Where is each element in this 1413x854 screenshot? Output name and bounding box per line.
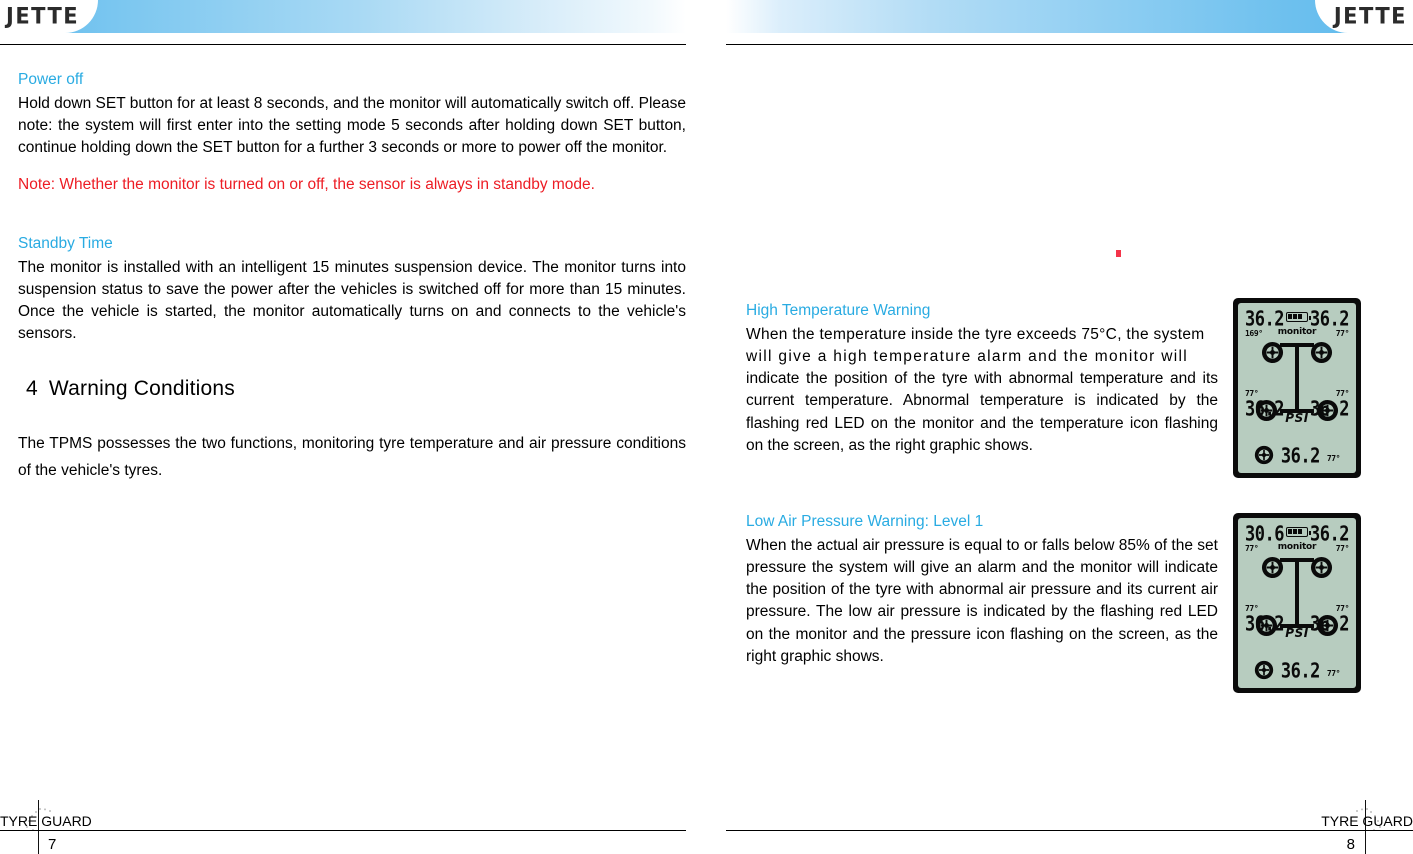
wheel-icon-front-right-1: [1310, 341, 1333, 364]
footer-divider-rule-right: [726, 830, 1413, 831]
lcd-unit-label-1: PSI: [1285, 411, 1309, 425]
brand-logo-right: JETTE: [1315, 0, 1413, 33]
lcd-screen-low-pressure: monitor 30.6 77° 36.2 77° 77° 36.2 77° 3…: [1238, 518, 1356, 688]
lcd-front-left-readout-1: 36.2 169°: [1245, 307, 1284, 338]
section-standby-time: Standby Time The monitor is installed wi…: [18, 234, 686, 346]
lcd-spare-pressure-2: 36.2: [1280, 659, 1320, 683]
header-divider-rule-right: [726, 44, 1413, 45]
lcd-display-low-pressure: monitor 30.6 77° 36.2 77° 77° 36.2 77° 3…: [1233, 513, 1361, 693]
section-low-air-pressure-warning: Low Air Pressure Warning: Level 1 When t…: [746, 512, 1218, 668]
high-temperature-line3: indicate the position of the tyre with a…: [746, 370, 1218, 454]
warning-conditions-number: 4: [26, 377, 38, 400]
low-air-pressure-body: When the actual air pressure is equal to…: [746, 536, 1218, 665]
vehicle-chassis-icon-2: [1280, 558, 1314, 628]
left-page-header: JETTE: [0, 0, 706, 46]
warning-conditions-heading: 4 Warning Conditions: [26, 376, 686, 401]
footer-brand-left: TYRE GUARD: [0, 813, 92, 829]
wheel-icon-spare-1: [1254, 445, 1274, 465]
lcd-unit-label-2: PSI: [1285, 626, 1309, 640]
chassis-spine-1: [1295, 346, 1299, 410]
left-page-content: Power off Hold down SET button for at le…: [18, 46, 686, 794]
warning-conditions-body: The TPMS possesses the two functions, mo…: [18, 435, 686, 479]
high-temperature-line1: When the temperature inside the tyre exc…: [746, 325, 1205, 343]
standby-time-heading: Standby Time: [18, 235, 113, 252]
wheel-icon-front-right-2: [1310, 556, 1333, 579]
header-divider-rule: [0, 44, 686, 45]
section-high-temperature-warning: High Temperature Warning When the temper…: [746, 301, 1218, 457]
lcd-spare-temp-1: 77°: [1326, 454, 1341, 463]
lcd-spare-pressure-1: 36.2: [1280, 444, 1320, 468]
chassis-spine-2: [1295, 561, 1299, 625]
lcd-front-right-readout-1: 36.2 77°: [1310, 307, 1349, 338]
standby-time-body: The monitor is installed with an intelli…: [18, 258, 686, 343]
lcd-screen-high-temperature: monitor 36.2 169° 36.2 77° 77° 36.2 77° …: [1238, 303, 1356, 473]
brand-logo-text-right: JETTE: [1333, 3, 1407, 29]
lcd-front-left-readout-2: 30.6 77°: [1245, 522, 1284, 553]
left-page-footer: TYRE GUARD 7: [0, 798, 686, 854]
footer-brand-right: TYRE GUARD: [1321, 813, 1413, 829]
page-number-right: 8: [1346, 836, 1355, 853]
lcd-fl-pressure-1: 36.2: [1245, 307, 1284, 332]
section-note: Note: Whether the monitor is turned on o…: [18, 174, 686, 196]
lcd-spare-tyre-readout-1: 36.2 77°: [1238, 444, 1356, 468]
manual-page-spread: JETTE Power off Hold down SET button for…: [0, 0, 1413, 854]
section-power-off: Power off Hold down SET button for at le…: [18, 70, 686, 159]
warning-conditions-title: Warning Conditions: [48, 377, 235, 400]
header-gradient-bar: [0, 0, 686, 33]
power-off-body: Hold down SET button for at least 8 seco…: [18, 94, 686, 157]
lcd-fr-pressure-1: 36.2: [1310, 307, 1349, 332]
note-text: Note: Whether the monitor is turned on o…: [18, 176, 595, 193]
lcd-spare-tyre-readout-2: 36.2 77°: [1238, 659, 1356, 683]
power-off-heading: Power off: [18, 71, 84, 88]
battery-icon: [1286, 527, 1311, 537]
high-temperature-heading: High Temperature Warning: [746, 302, 931, 319]
left-page: JETTE Power off Hold down SET button for…: [0, 0, 706, 854]
low-air-pressure-heading: Low Air Pressure Warning: Level 1: [746, 513, 984, 530]
right-page-footer: TYRE GUARD 8: [726, 798, 1413, 854]
wheel-icon-front-left-2: [1261, 556, 1284, 579]
lcd-fl-pressure-2: 30.6: [1245, 522, 1284, 547]
high-temperature-line2: will give a high temperature alarm and t…: [746, 348, 1189, 366]
lcd-fr-pressure-2: 36.2: [1310, 522, 1349, 547]
footer-divider-rule-left: [0, 830, 686, 831]
page-number-left: 7: [48, 836, 57, 853]
section-warning-conditions: 4 Warning Conditions The TPMS possesses t…: [18, 376, 686, 485]
header-gradient-bar-right: [726, 0, 1413, 33]
wheel-icon-front-left-1: [1261, 341, 1284, 364]
lcd-spare-temp-2: 77°: [1326, 669, 1341, 678]
right-page-header: JETTE: [706, 0, 1413, 46]
battery-icon: [1286, 312, 1311, 322]
brand-logo-text: JETTE: [6, 3, 80, 29]
lcd-display-high-temperature: monitor 36.2 169° 36.2 77° 77° 36.2 77° …: [1233, 298, 1361, 478]
lcd-front-right-readout-2: 36.2 77°: [1310, 522, 1349, 553]
wheel-icon-spare-2: [1254, 660, 1274, 680]
vehicle-chassis-icon-1: [1280, 343, 1314, 413]
